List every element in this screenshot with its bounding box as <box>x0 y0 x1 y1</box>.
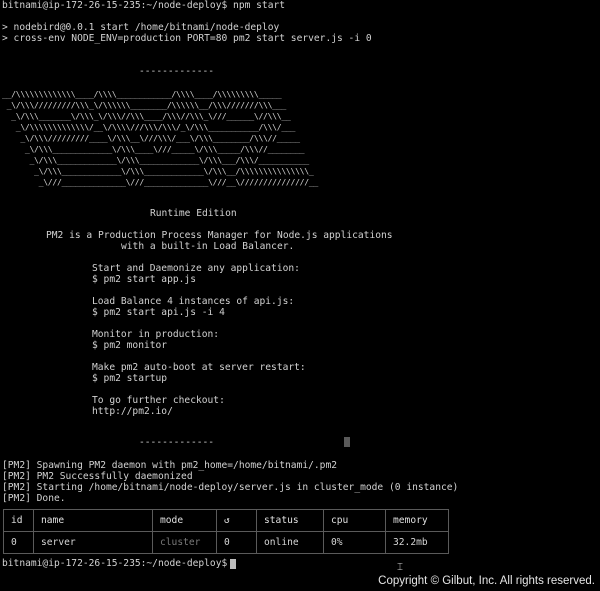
edition-label: Runtime Edition <box>150 208 237 219</box>
terminal-window[interactable]: bitnami@ip-172-26-15-235:~/node-deploy$ … <box>0 0 600 572</box>
cell-name: server <box>33 531 153 554</box>
pm2-log-line: [PM2] PM2 Successfully daemonized <box>2 471 193 482</box>
tagline: PM2 is a Production Process Manager for … <box>46 230 393 241</box>
cell-restarts: 0 <box>216 531 257 554</box>
help-command: $ pm2 startup <box>92 373 168 384</box>
npm-output-line: > nodebird@0.0.1 start /home/bitnami/nod… <box>2 22 280 33</box>
help-command: $ pm2 monitor <box>92 340 168 351</box>
cell-id: 0 <box>3 531 34 554</box>
help-command: $ pm2 start api.js -i 4 <box>92 307 225 318</box>
column-header-memory: memory <box>385 509 449 532</box>
help-link: http://pm2.io/ <box>92 406 173 417</box>
copyright-footer: Copyright © Gilbut, Inc. All rights rese… <box>0 572 600 591</box>
tagline: with a built-in Load Balancer. <box>121 241 295 252</box>
pm2-log-line: [PM2] Starting /home/bitnami/node-deploy… <box>2 482 459 493</box>
column-header-name: name <box>33 509 153 532</box>
column-header-mode: mode <box>152 509 217 532</box>
stale-cursor-icon <box>344 437 350 447</box>
pm2-log-line: [PM2] Done. <box>2 493 66 504</box>
pm2-log-line: [PM2] Spawning PM2 daemon with pm2_home=… <box>2 460 338 471</box>
command-prompt-line: bitnami@ip-172-26-15-235:~/node-deploy$ … <box>2 0 286 11</box>
cell-memory: 32.2mb <box>385 531 449 554</box>
help-title: Make pm2 auto-boot at server restart: <box>92 362 306 373</box>
column-header-id: id <box>3 509 34 532</box>
help-title: Monitor in production: <box>92 329 220 340</box>
column-header-cpu: cpu <box>323 509 386 532</box>
column-header-status: status <box>256 509 324 532</box>
cell-mode: cluster <box>152 531 217 554</box>
cell-cpu: 0% <box>323 531 386 554</box>
cursor-icon[interactable] <box>230 559 236 569</box>
help-title: To go further checkout: <box>92 395 225 406</box>
pm2-ascii-logo: __/\\\\\\\\\\\\\____/\\\\____________/\\… <box>2 89 318 187</box>
cell-status: online <box>256 531 324 554</box>
help-command: $ pm2 start app.js <box>92 274 196 285</box>
table-header-row: id name mode ↺ status cpu memory <box>3 509 449 532</box>
column-header-restarts-icon: ↺ <box>216 509 257 532</box>
final-prompt: bitnami@ip-172-26-15-235:~/node-deploy$ <box>2 558 228 569</box>
process-table: id name mode ↺ status cpu memory 0 serve… <box>3 509 449 554</box>
help-title: Load Balance 4 instances of api.js: <box>92 296 295 307</box>
table-row: 0 server cluster 0 online 0% 32.2mb <box>3 531 449 554</box>
npm-output-line: > cross-env NODE_ENV=production PORT=80 … <box>2 33 372 44</box>
help-title: Start and Daemonize any application: <box>92 263 300 274</box>
separator: ------------- <box>139 437 215 448</box>
separator: ------------- <box>139 66 215 77</box>
